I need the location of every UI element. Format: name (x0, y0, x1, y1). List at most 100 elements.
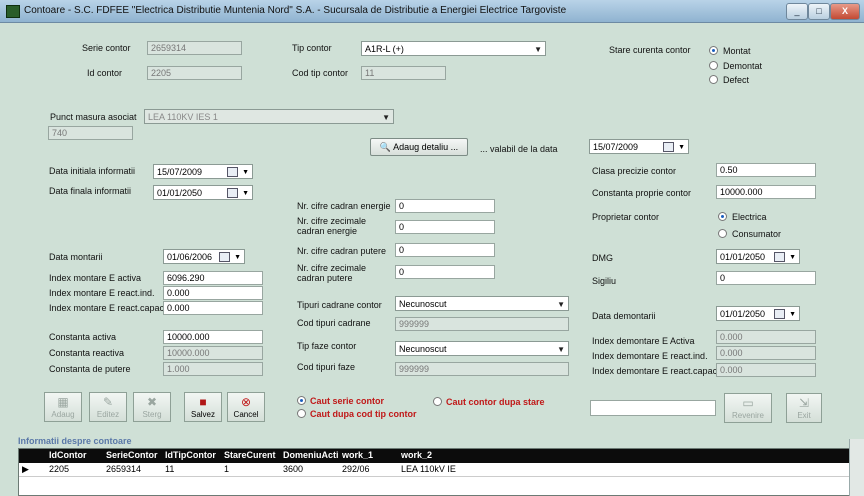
tip-contor-select[interactable]: A1R-L (+) ▼ (361, 41, 546, 56)
punct-masura-label: Punct masura asociat (50, 112, 137, 122)
caut-stare-radio[interactable] (433, 397, 442, 406)
data-initiala-picker[interactable]: 15/07/2009 ▼ (153, 164, 253, 179)
cod-tip-contor-label: Cod tip contor (292, 68, 349, 78)
column-header[interactable]: DomeniuActi (283, 450, 339, 460)
cifre-putere-field[interactable]: 0 (395, 243, 495, 257)
proprietar-electrica-radio[interactable] (718, 212, 727, 221)
zecimale-putere-field[interactable]: 0 (395, 265, 495, 279)
serie-contor-field[interactable]: 2659314 (147, 41, 242, 55)
data-initiala-label: Data initiala informatii (49, 166, 136, 176)
add-icon: ▦ (57, 395, 69, 409)
calendar-icon (227, 167, 238, 177)
adaug-detaliu-button[interactable]: 🔍 Adaug detaliu ... (370, 138, 468, 156)
grid-header: IdContor SerieContor IdTipContor StareCu… (19, 449, 849, 463)
data-montarii-value: 01/06/2006 (167, 252, 213, 262)
column-header[interactable]: work_2 (401, 450, 432, 460)
cod-tip-contor-field[interactable]: 11 (361, 66, 446, 80)
cifre-energie-field[interactable]: 0 (395, 199, 495, 213)
data-montarii-picker[interactable]: 01/06/2006 ▼ (163, 249, 245, 264)
title-bar: Contoare - S.C. FDFEE "Electrica Distrib… (0, 0, 864, 23)
adaug-button[interactable]: ▦ Adaug (44, 392, 82, 422)
stare-demontat-radio[interactable] (709, 61, 718, 70)
adaug-label: Adaug (51, 410, 75, 419)
const-putere-label: Constanta de putere (49, 364, 131, 374)
sigiliu-label: Sigiliu (592, 276, 617, 286)
constanta-proprie-field[interactable]: 10000.000 (716, 185, 816, 199)
vertical-scrollbar[interactable] (849, 439, 864, 496)
valabil-date-picker[interactable]: 15/07/2009 ▼ (589, 139, 689, 154)
index-reactcap-field[interactable]: 0.000 (163, 301, 263, 315)
column-header[interactable]: IdTipContor (165, 450, 216, 460)
serie-contor-label: Serie contor (82, 43, 131, 53)
sterg-label: Sterg (142, 410, 162, 419)
salvez-button[interactable]: ■ Salvez (184, 392, 222, 422)
exit-button[interactable]: ⇲ Exit (786, 393, 822, 423)
column-header[interactable]: SerieContor (106, 450, 158, 460)
column-header[interactable]: IdContor (49, 450, 87, 460)
table-cell: 11 (165, 464, 175, 474)
tipuri-cadrane-value: Necunoscut (399, 299, 447, 309)
minimize-button[interactable]: _ (786, 3, 808, 20)
caut-cod-tip-label: Caut dupa cod tip contor (310, 409, 417, 419)
maximize-button[interactable]: □ (808, 3, 830, 20)
index-reactcap-label: Index montare E react.capacit (49, 303, 169, 313)
caut-stare-label: Caut contor dupa stare (446, 397, 545, 407)
close-button[interactable]: X (830, 3, 860, 20)
idx-dem-activa-field[interactable]: 0.000 (716, 330, 816, 344)
tip-faze-value: Necunoscut (399, 344, 447, 354)
back-icon: ▭ (742, 396, 754, 410)
const-activa-field[interactable]: 10000.000 (163, 330, 263, 344)
contoare-grid[interactable]: IdContor SerieContor IdTipContor StareCu… (18, 448, 850, 496)
index-reactind-field[interactable]: 0.000 (163, 286, 263, 300)
cancel-label: Cancel (233, 410, 259, 419)
stare-defect-label: Defect (723, 75, 750, 85)
chevron-down-icon: ▼ (234, 254, 241, 261)
revenire-button[interactable]: ▭ Revenire (724, 393, 772, 423)
chevron-down-icon: ▼ (557, 300, 565, 309)
data-demontarii-picker[interactable]: 01/01/2050 ▼ (716, 306, 800, 321)
dmg-value: 01/01/2050 (720, 252, 766, 262)
clasa-field[interactable]: 0.50 (716, 163, 816, 177)
caut-serie-radio[interactable] (297, 396, 306, 405)
table-cell: 2205 (49, 464, 70, 474)
cancel-button[interactable]: ⊗ Cancel (227, 392, 265, 422)
data-finala-picker[interactable]: 01/01/2050 ▼ (153, 185, 253, 200)
punct-code-field[interactable]: 740 (48, 126, 133, 140)
sterg-button[interactable]: ✖ Sterg (133, 392, 171, 422)
zecimale-energie-label-1: Nr. cifre zecimale (297, 216, 367, 226)
sigiliu-field[interactable]: 0 (716, 271, 816, 285)
caut-cod-tip-radio[interactable] (297, 409, 306, 418)
search-input[interactable] (590, 400, 716, 416)
id-contor-field[interactable]: 2205 (147, 66, 242, 80)
idx-dem-reactind-field[interactable]: 0.000 (716, 346, 816, 360)
table-cell: 1 (224, 464, 230, 474)
const-putere-field[interactable]: 1.000 (163, 362, 263, 376)
idx-dem-reactcap-field[interactable]: 0.000 (716, 363, 816, 377)
calendar-icon (663, 142, 674, 152)
dmg-picker[interactable]: 01/01/2050 ▼ (716, 249, 800, 264)
tip-faze-select[interactable]: Necunoscut ▼ (395, 341, 569, 356)
stare-montat-label: Montat (723, 46, 751, 56)
punct-masura-select[interactable]: LEA 110KV IES 1 ▼ (144, 109, 394, 124)
table-row[interactable]: ▶ 2205 2659314 11 1 3600 292/06 LEA 110k… (19, 463, 849, 477)
grid-title: Informatii despre contoare (18, 436, 132, 446)
column-header[interactable]: work_1 (342, 450, 373, 460)
data-finala-value: 01/01/2050 (157, 188, 203, 198)
index-activa-field[interactable]: 6096.290 (163, 271, 263, 285)
zecimale-energie-field[interactable]: 0 (395, 220, 495, 234)
column-header[interactable]: StareCurent (224, 450, 276, 460)
tipuri-cadrane-select[interactable]: Necunoscut ▼ (395, 296, 569, 311)
cod-tipuri-faze-field[interactable]: 999999 (395, 362, 569, 376)
stare-defect-radio[interactable] (709, 75, 718, 84)
chevron-down-icon: ▼ (382, 113, 390, 122)
cod-tipuri-cadrane-field[interactable]: 999999 (395, 317, 569, 331)
delete-icon: ✖ (146, 395, 158, 409)
idx-dem-reactind-label: Index demontare E react.ind. (592, 351, 708, 361)
const-reactiva-field[interactable]: 10000.000 (163, 346, 263, 360)
proprietar-consumator-radio[interactable] (718, 229, 727, 238)
editez-label: Editez (96, 410, 120, 419)
main-window: Contoare - S.C. FDFEE "Electrica Distrib… (0, 0, 864, 496)
editez-button[interactable]: ✎ Editez (89, 392, 127, 422)
stare-montat-radio[interactable] (709, 46, 718, 55)
id-contor-label: Id contor (87, 68, 123, 78)
